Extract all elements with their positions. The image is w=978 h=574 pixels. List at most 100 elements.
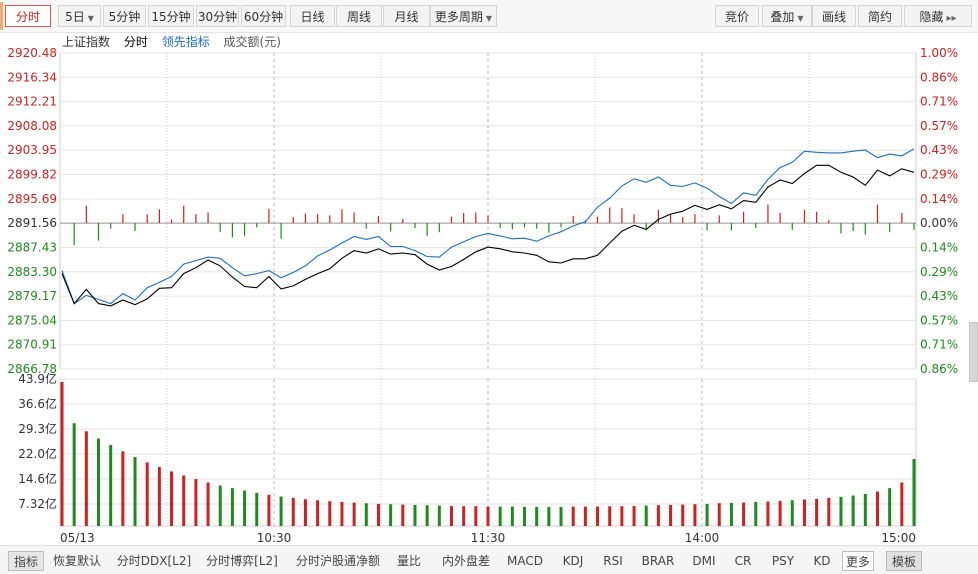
period-tab-label: 5分钟 (108, 10, 141, 24)
volume-bar (669, 504, 673, 526)
momentum-bar (511, 223, 513, 230)
indicator-tab-13[interactable]: PSY (766, 551, 800, 571)
tool-tab-3[interactable]: 简约 (858, 5, 902, 27)
volume-bar (742, 502, 746, 526)
volume-bar (401, 504, 405, 526)
legend-index-name: 上证指数 (62, 35, 111, 49)
momentum-bar (438, 223, 440, 233)
time-tick-label: 14:00 (685, 531, 720, 545)
price-tick-label: 2887.43 (7, 240, 57, 254)
price-tick-label: 2899.82 (7, 168, 57, 182)
volume-bar (437, 505, 441, 526)
indicator-tab-4[interactable]: 分时沪股通净额 (290, 551, 386, 571)
volume-tick-label: 29.3亿 (18, 421, 57, 436)
volume-bar (900, 482, 904, 526)
percent-tick-label: 1.00% (920, 46, 958, 60)
indicator-tab-6[interactable]: 内外盘差 (438, 551, 494, 571)
period-tab-2[interactable]: 5分钟 (103, 5, 146, 27)
price-tick-label: 2891.56 (7, 216, 57, 230)
period-tab-9[interactable]: 更多周期 ▼ (430, 5, 497, 27)
period-toolbar: 分时 5日 ▼ 5分钟 15分钟 30分钟 60分钟 日线 周线 月线 更多周期 ▼ 竞价 叠加 ▼ 画线简… (0, 0, 978, 33)
volume-bar (413, 504, 417, 526)
momentum-bar (767, 204, 769, 224)
volume-bar (815, 498, 819, 526)
indicator-tab-15[interactable]: 更多 (842, 551, 874, 571)
momentum-bar (669, 214, 672, 224)
period-tab-3[interactable]: 15分钟 (148, 5, 194, 27)
momentum-bar (475, 212, 477, 224)
momentum-bar (122, 214, 124, 224)
indicator-tab-9[interactable]: RSI (598, 551, 628, 571)
period-tab-label: 60分钟 (243, 10, 284, 24)
momentum-bar (548, 223, 550, 233)
volume-bar (766, 501, 770, 526)
volume-bar (425, 505, 429, 526)
momentum-bar (718, 215, 720, 224)
price-tick-label: 2870.91 (7, 338, 57, 352)
volume-bar (523, 506, 527, 526)
momentum-bar (901, 212, 903, 224)
volume-bar (717, 503, 721, 526)
momentum-bar (280, 223, 282, 239)
period-tab-5[interactable]: 60分钟 (241, 5, 286, 27)
indicator-tab-1[interactable]: 恢复默认 (48, 551, 106, 571)
price-tick-label: 2895.69 (7, 192, 57, 206)
volume-bar (912, 459, 916, 526)
indicator-tab-7[interactable]: MACD (502, 551, 548, 571)
volume-bar (571, 506, 575, 526)
volume-bar (656, 505, 660, 526)
tool-tab-2[interactable]: 画线 (812, 5, 856, 27)
indicator-tab-5[interactable]: 量比 (392, 551, 426, 571)
volume-bar (182, 475, 186, 526)
indicator-tab-14[interactable]: KD (808, 551, 836, 571)
volume-bar (121, 451, 125, 526)
tool-tab-1[interactable]: 叠加 ▼ (762, 5, 812, 27)
tool-tab-0[interactable]: 竞价 (715, 5, 759, 27)
legend-volume-label: 成交额(元) (223, 35, 281, 49)
volume-bar (218, 485, 222, 526)
indicator-tab-12[interactable]: CR (728, 551, 758, 571)
period-tab-1[interactable]: 5日 ▼ (58, 5, 101, 27)
indicator-tab-2[interactable]: 分时DDX[L2] (114, 551, 194, 571)
momentum-bar (207, 212, 209, 224)
tool-tab-4[interactable]: 隐藏 ▸▸ (904, 5, 972, 27)
period-tab-4[interactable]: 30分钟 (196, 5, 239, 27)
percent-tick-label: 0.14% (920, 240, 958, 254)
momentum-bar (852, 223, 854, 231)
period-tab-6[interactable]: 日线 (290, 5, 335, 27)
volume-bar (754, 501, 758, 526)
momentum-bar (110, 223, 112, 229)
price-tick-label: 2912.21 (7, 95, 57, 109)
indicator-tab-8[interactable]: KDJ (556, 551, 590, 571)
price-tick-label: 2903.95 (7, 143, 57, 157)
momentum-bar (816, 211, 818, 224)
volume-tick-label: 14.6亿 (18, 471, 57, 486)
vertical-scrollbar[interactable] (969, 322, 978, 382)
momentum-bar (317, 214, 319, 224)
momentum-bar (889, 223, 891, 233)
period-tab-8[interactable]: 月线 (383, 5, 430, 27)
momentum-bar (426, 223, 428, 236)
indicator-tab-11[interactable]: DMI (688, 551, 720, 571)
indicator-toolbar: 指标 恢复默认 分时DDX[L2] 分时博弈[L2] 分时沪股通净额 量比 内外盘差 MACD… (0, 545, 978, 574)
momentum-bar (365, 223, 367, 229)
volume-bar (230, 488, 234, 526)
indicator-tab-10[interactable]: BRAR (636, 551, 680, 571)
momentum-bar (621, 208, 623, 224)
volume-bar (888, 488, 892, 526)
momentum-bar (791, 223, 793, 230)
volume-bar (157, 467, 161, 526)
indicator-tab-0[interactable]: 指标 (8, 551, 44, 571)
momentum-bar (743, 211, 745, 224)
period-tab-7[interactable]: 周线 (336, 5, 382, 27)
tool-tab-label: 叠加 (770, 10, 795, 24)
period-tab-0[interactable]: 分时 (5, 5, 51, 27)
momentum-bar (304, 213, 307, 224)
volume-bar (376, 503, 380, 526)
volume-panel-frame (59, 378, 917, 527)
volume-bar (474, 506, 478, 526)
volume-bar (851, 495, 855, 526)
volume-bar (109, 444, 113, 526)
indicator-tab-3[interactable]: 分时博弈[L2] (202, 551, 282, 571)
indicator-tab-16[interactable]: 模板 (886, 551, 922, 571)
